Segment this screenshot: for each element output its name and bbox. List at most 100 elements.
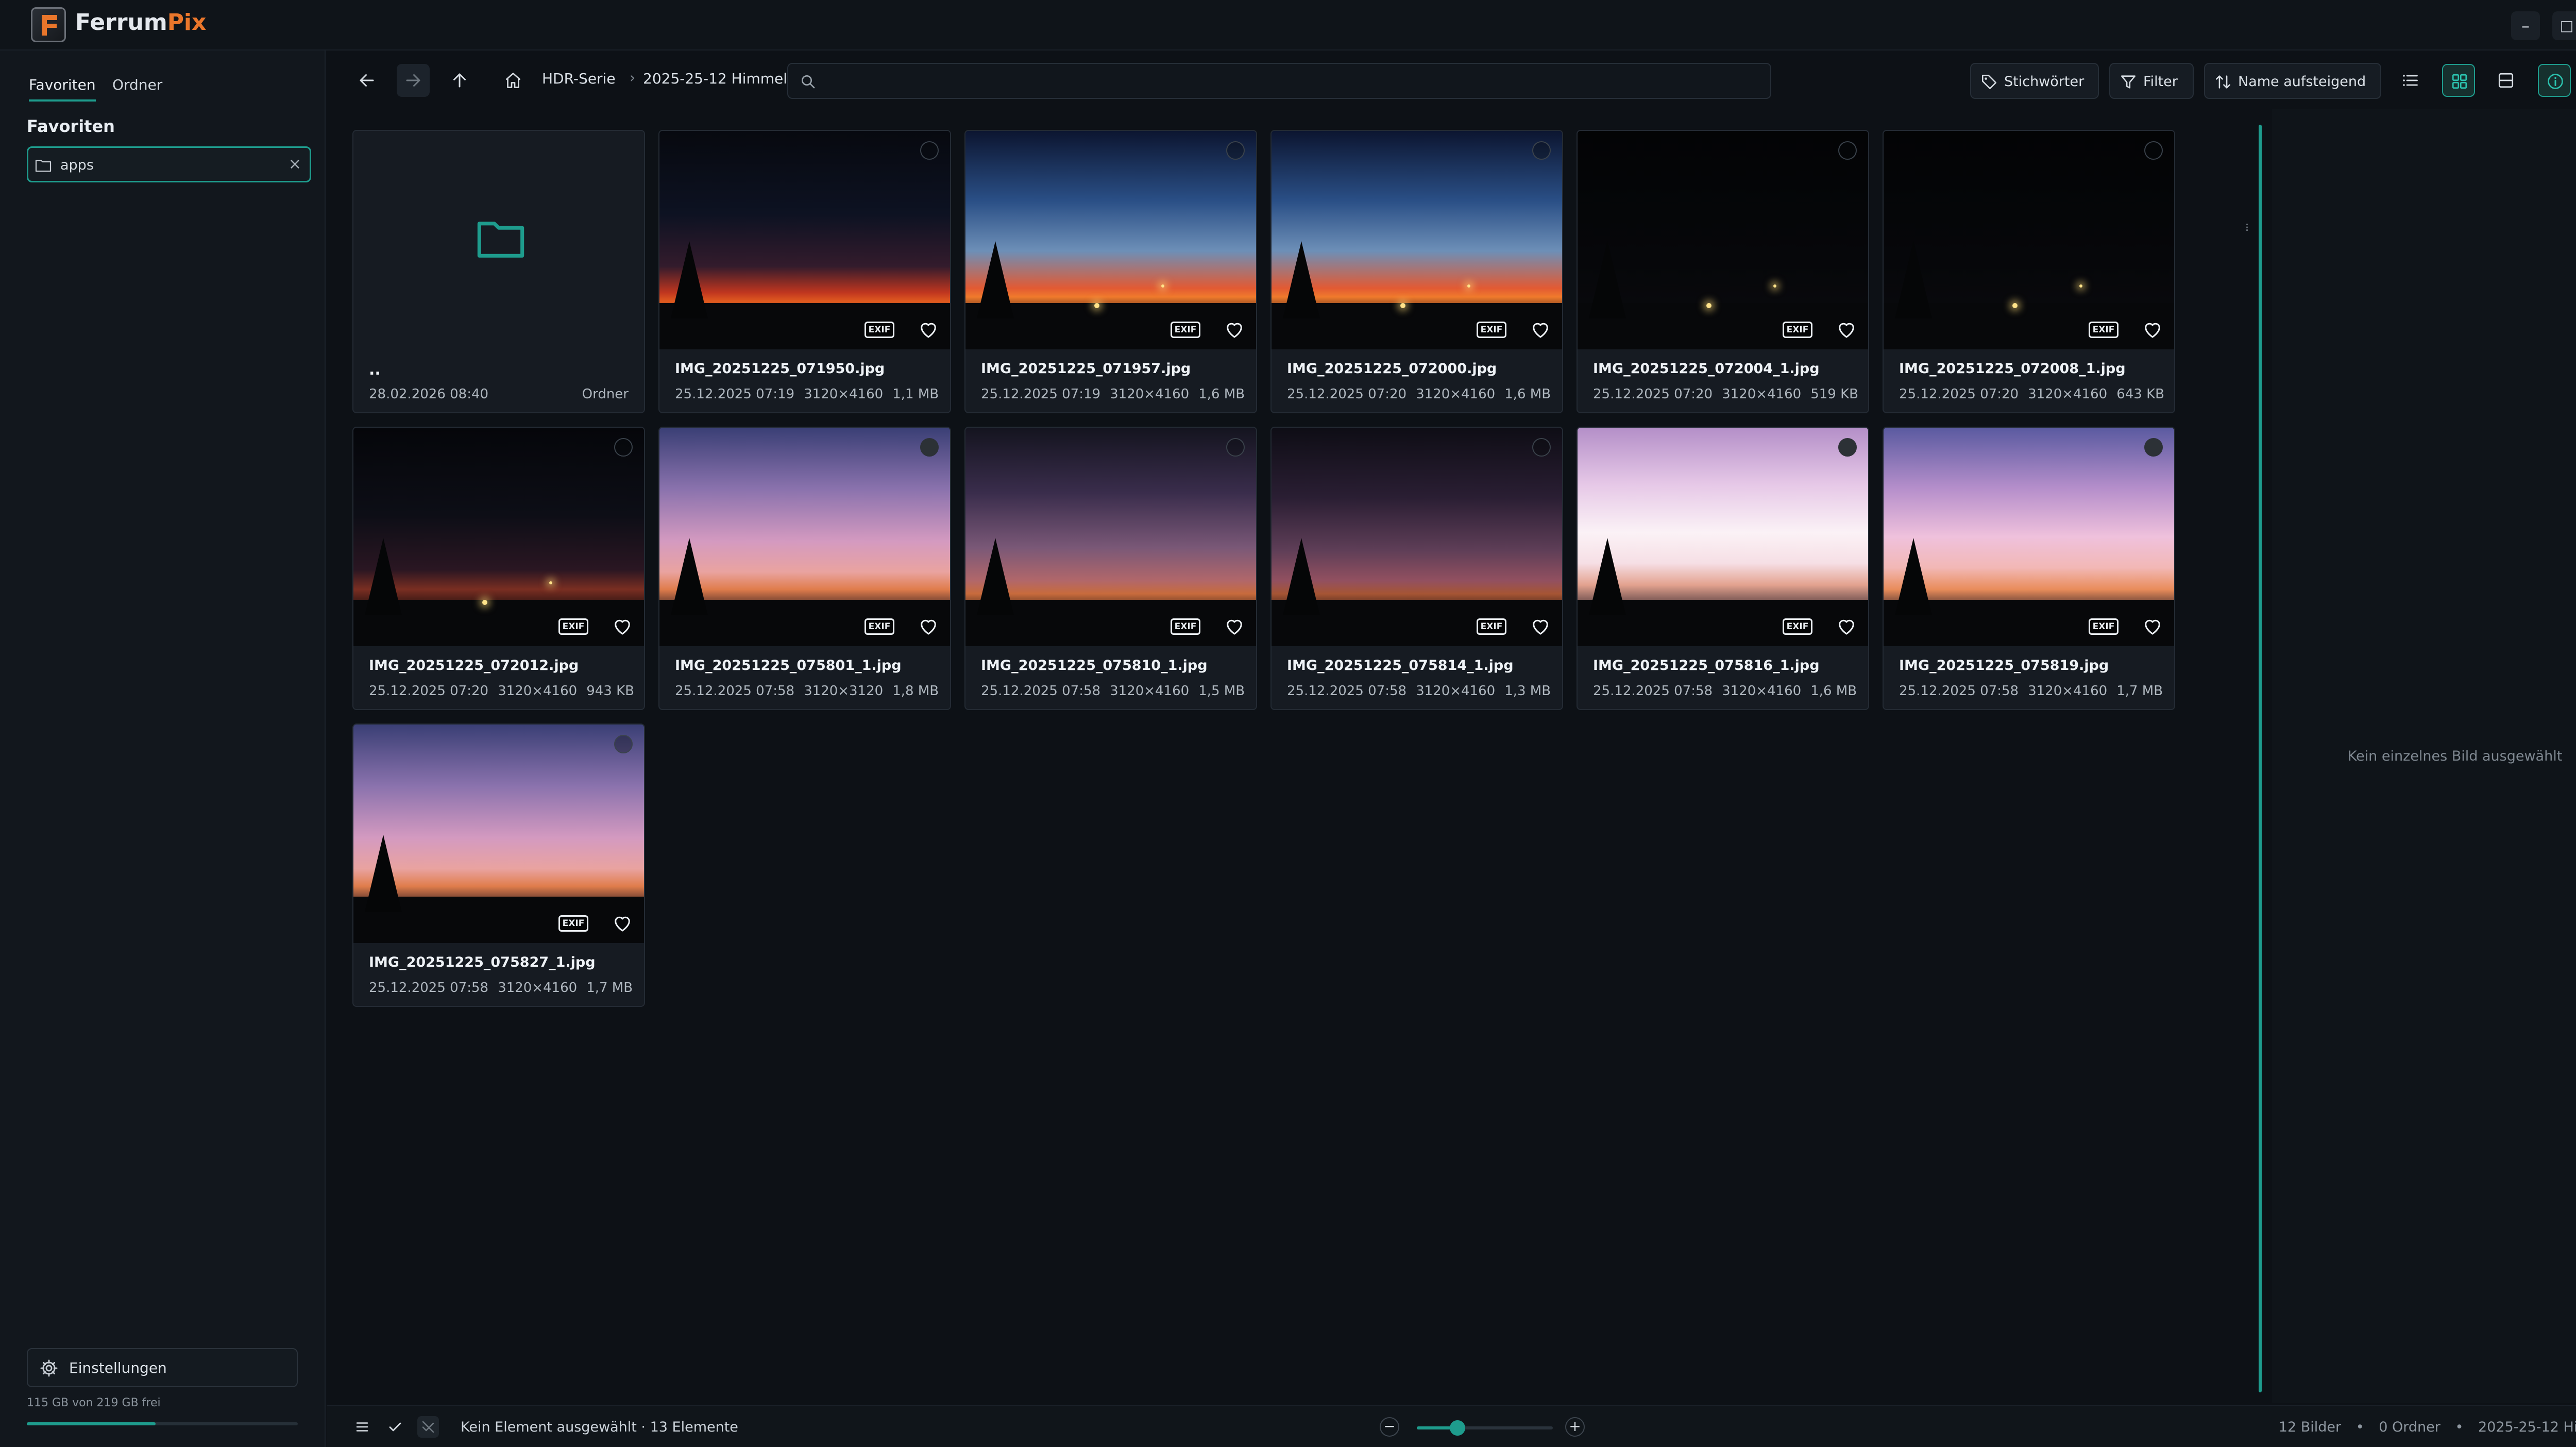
- panel-resize-handle[interactable]: [2259, 125, 2262, 1392]
- exif-badge[interactable]: EXIF: [558, 618, 588, 635]
- select-all-button[interactable]: [384, 1416, 406, 1438]
- breadcrumb-item-current[interactable]: 2025-25-12 Himmel: [630, 70, 787, 87]
- photo-thumbnail[interactable]: EXIF: [659, 131, 950, 349]
- maximize-button[interactable]: □: [2552, 11, 2576, 40]
- heart-icon[interactable]: [1530, 319, 1551, 339]
- photo-card[interactable]: EXIF IMG_20251225_075819.jpg 25.12.2025 07…: [1883, 427, 2175, 710]
- home-button[interactable]: [497, 64, 530, 97]
- photo-card[interactable]: EXIF IMG_20251225_072008_1.jpg 25.12.2025 …: [1883, 130, 2175, 413]
- exif-badge[interactable]: EXIF: [2089, 322, 2119, 338]
- exif-badge[interactable]: EXIF: [1171, 618, 1200, 635]
- select-checkbox[interactable]: [920, 141, 939, 160]
- photo-thumbnail[interactable]: EXIF: [965, 131, 1256, 349]
- photo-meta: 25.12.2025 07:58 3120×4160 1,7 MB: [369, 980, 642, 996]
- zoom-slider-handle[interactable]: [1450, 1420, 1466, 1436]
- zoom-out-button[interactable]: −: [1380, 1417, 1399, 1437]
- photo-thumbnail[interactable]: EXIF: [1884, 131, 2174, 349]
- photo-card[interactable]: EXIF IMG_20251225_071957.jpg 25.12.2025 07…: [964, 130, 1257, 413]
- select-checkbox[interactable]: [1532, 141, 1551, 160]
- heart-icon[interactable]: [612, 913, 633, 933]
- zoom-slider-track[interactable]: [1417, 1426, 1553, 1429]
- exif-badge[interactable]: EXIF: [558, 915, 588, 932]
- select-checkbox[interactable]: [920, 438, 939, 457]
- exif-badge[interactable]: EXIF: [865, 322, 894, 338]
- heart-icon[interactable]: [612, 616, 633, 636]
- select-checkbox[interactable]: [614, 438, 633, 457]
- search-input[interactable]: [824, 69, 1752, 93]
- breadcrumb-item-hdr-serie[interactable]: HDR-Serie: [542, 70, 616, 87]
- list-view-button[interactable]: [2394, 64, 2427, 97]
- photo-size: 1,8 MB: [892, 683, 939, 699]
- select-checkbox[interactable]: [1532, 438, 1551, 457]
- parent-folder-card[interactable]: .. 28.02.2026 08:40 Ordner: [352, 130, 645, 413]
- info-panel-toggle[interactable]: [2538, 64, 2571, 97]
- exif-badge[interactable]: EXIF: [1477, 322, 1506, 338]
- photo-card[interactable]: EXIF IMG_20251225_075814_1.jpg 25.12.2025 …: [1270, 427, 1563, 710]
- photo-thumbnail[interactable]: EXIF: [1272, 428, 1562, 646]
- photo-thumbnail[interactable]: EXIF: [353, 428, 644, 646]
- photo-meta: 25.12.2025 07:20 3120×4160 643 KB: [1899, 386, 2174, 402]
- heart-icon[interactable]: [1530, 616, 1551, 636]
- photo-card[interactable]: EXIF IMG_20251225_075827_1.jpg 25.12.2025 …: [352, 724, 645, 1007]
- exif-badge[interactable]: EXIF: [1783, 618, 1812, 635]
- photo-thumbnail[interactable]: EXIF: [659, 428, 950, 646]
- grid-view-button[interactable]: [2442, 64, 2475, 97]
- select-checkbox[interactable]: [614, 735, 633, 753]
- heart-icon[interactable]: [918, 616, 939, 636]
- select-checkbox[interactable]: [2144, 438, 2163, 457]
- heart-icon[interactable]: [1836, 616, 1857, 636]
- heart-icon[interactable]: [1224, 616, 1245, 636]
- photo-card[interactable]: EXIF IMG_20251225_075810_1.jpg 25.12.2025 …: [964, 427, 1257, 710]
- photo-thumbnail[interactable]: EXIF: [965, 428, 1256, 646]
- back-button[interactable]: [350, 64, 383, 97]
- heart-icon[interactable]: [1836, 319, 1857, 339]
- exif-badge[interactable]: EXIF: [2089, 618, 2119, 635]
- remove-favorite-icon[interactable]: ×: [289, 155, 301, 173]
- exif-badge[interactable]: EXIF: [1477, 618, 1506, 635]
- photo-filename: IMG_20251225_075819.jpg: [1899, 658, 2109, 674]
- select-checkbox[interactable]: [1838, 141, 1857, 160]
- exif-badge[interactable]: EXIF: [1783, 322, 1812, 338]
- filter-button[interactable]: Filter: [2109, 63, 2194, 99]
- forward-button[interactable]: [397, 64, 430, 97]
- select-checkbox[interactable]: [2144, 141, 2163, 160]
- select-checkbox[interactable]: [1226, 438, 1245, 457]
- select-checkbox[interactable]: [1226, 141, 1245, 160]
- exif-badge[interactable]: EXIF: [1171, 322, 1200, 338]
- photo-filename: IMG_20251225_075810_1.jpg: [981, 658, 1208, 674]
- heart-icon[interactable]: [1224, 319, 1245, 339]
- photo-card[interactable]: EXIF IMG_20251225_075816_1.jpg 25.12.2025 …: [1577, 427, 1869, 710]
- heart-icon[interactable]: [2142, 319, 2163, 339]
- sort-button[interactable]: Name aufsteigend: [2204, 63, 2381, 99]
- select-checkbox[interactable]: [1838, 438, 1857, 457]
- photo-card[interactable]: EXIF IMG_20251225_071950.jpg 25.12.2025 07…: [658, 130, 951, 413]
- favorite-item-apps[interactable]: apps ×: [27, 146, 311, 182]
- up-button[interactable]: [443, 64, 476, 97]
- split-view-button[interactable]: [2489, 64, 2522, 97]
- search-box[interactable]: [787, 63, 1771, 99]
- photo-thumbnail[interactable]: EXIF: [353, 725, 644, 943]
- photo-thumbnail[interactable]: EXIF: [1272, 131, 1562, 349]
- deselect-button[interactable]: [417, 1416, 439, 1438]
- photo-date: 25.12.2025 07:58: [675, 683, 795, 699]
- heart-icon[interactable]: [2142, 616, 2163, 636]
- photo-thumbnail[interactable]: EXIF: [1578, 131, 1868, 349]
- tab-ordner[interactable]: Ordner: [112, 76, 162, 99]
- menu-button[interactable]: [351, 1416, 373, 1438]
- minimize-button[interactable]: –: [2511, 11, 2540, 40]
- heart-icon[interactable]: [918, 319, 939, 339]
- zoom-in-button[interactable]: +: [1565, 1417, 1585, 1437]
- settings-button[interactable]: Einstellungen: [27, 1348, 298, 1387]
- photo-thumbnail[interactable]: EXIF: [1884, 428, 2174, 646]
- tab-favoriten[interactable]: Favoriten: [29, 76, 96, 102]
- photo-card[interactable]: EXIF IMG_20251225_072012.jpg 25.12.2025 07…: [352, 427, 645, 710]
- settings-label: Einstellungen: [69, 1359, 167, 1376]
- photo-card[interactable]: EXIF IMG_20251225_075801_1.jpg 25.12.2025 …: [658, 427, 951, 710]
- folder-name: ..: [369, 361, 381, 379]
- photo-date: 25.12.2025 07:20: [1899, 386, 2019, 402]
- photo-thumbnail[interactable]: EXIF: [1578, 428, 1868, 646]
- photo-card[interactable]: EXIF IMG_20251225_072000.jpg 25.12.2025 07…: [1270, 130, 1563, 413]
- keywords-button[interactable]: Stichwörter: [1970, 63, 2099, 99]
- photo-card[interactable]: EXIF IMG_20251225_072004_1.jpg 25.12.2025 …: [1577, 130, 1869, 413]
- exif-badge[interactable]: EXIF: [865, 618, 894, 635]
